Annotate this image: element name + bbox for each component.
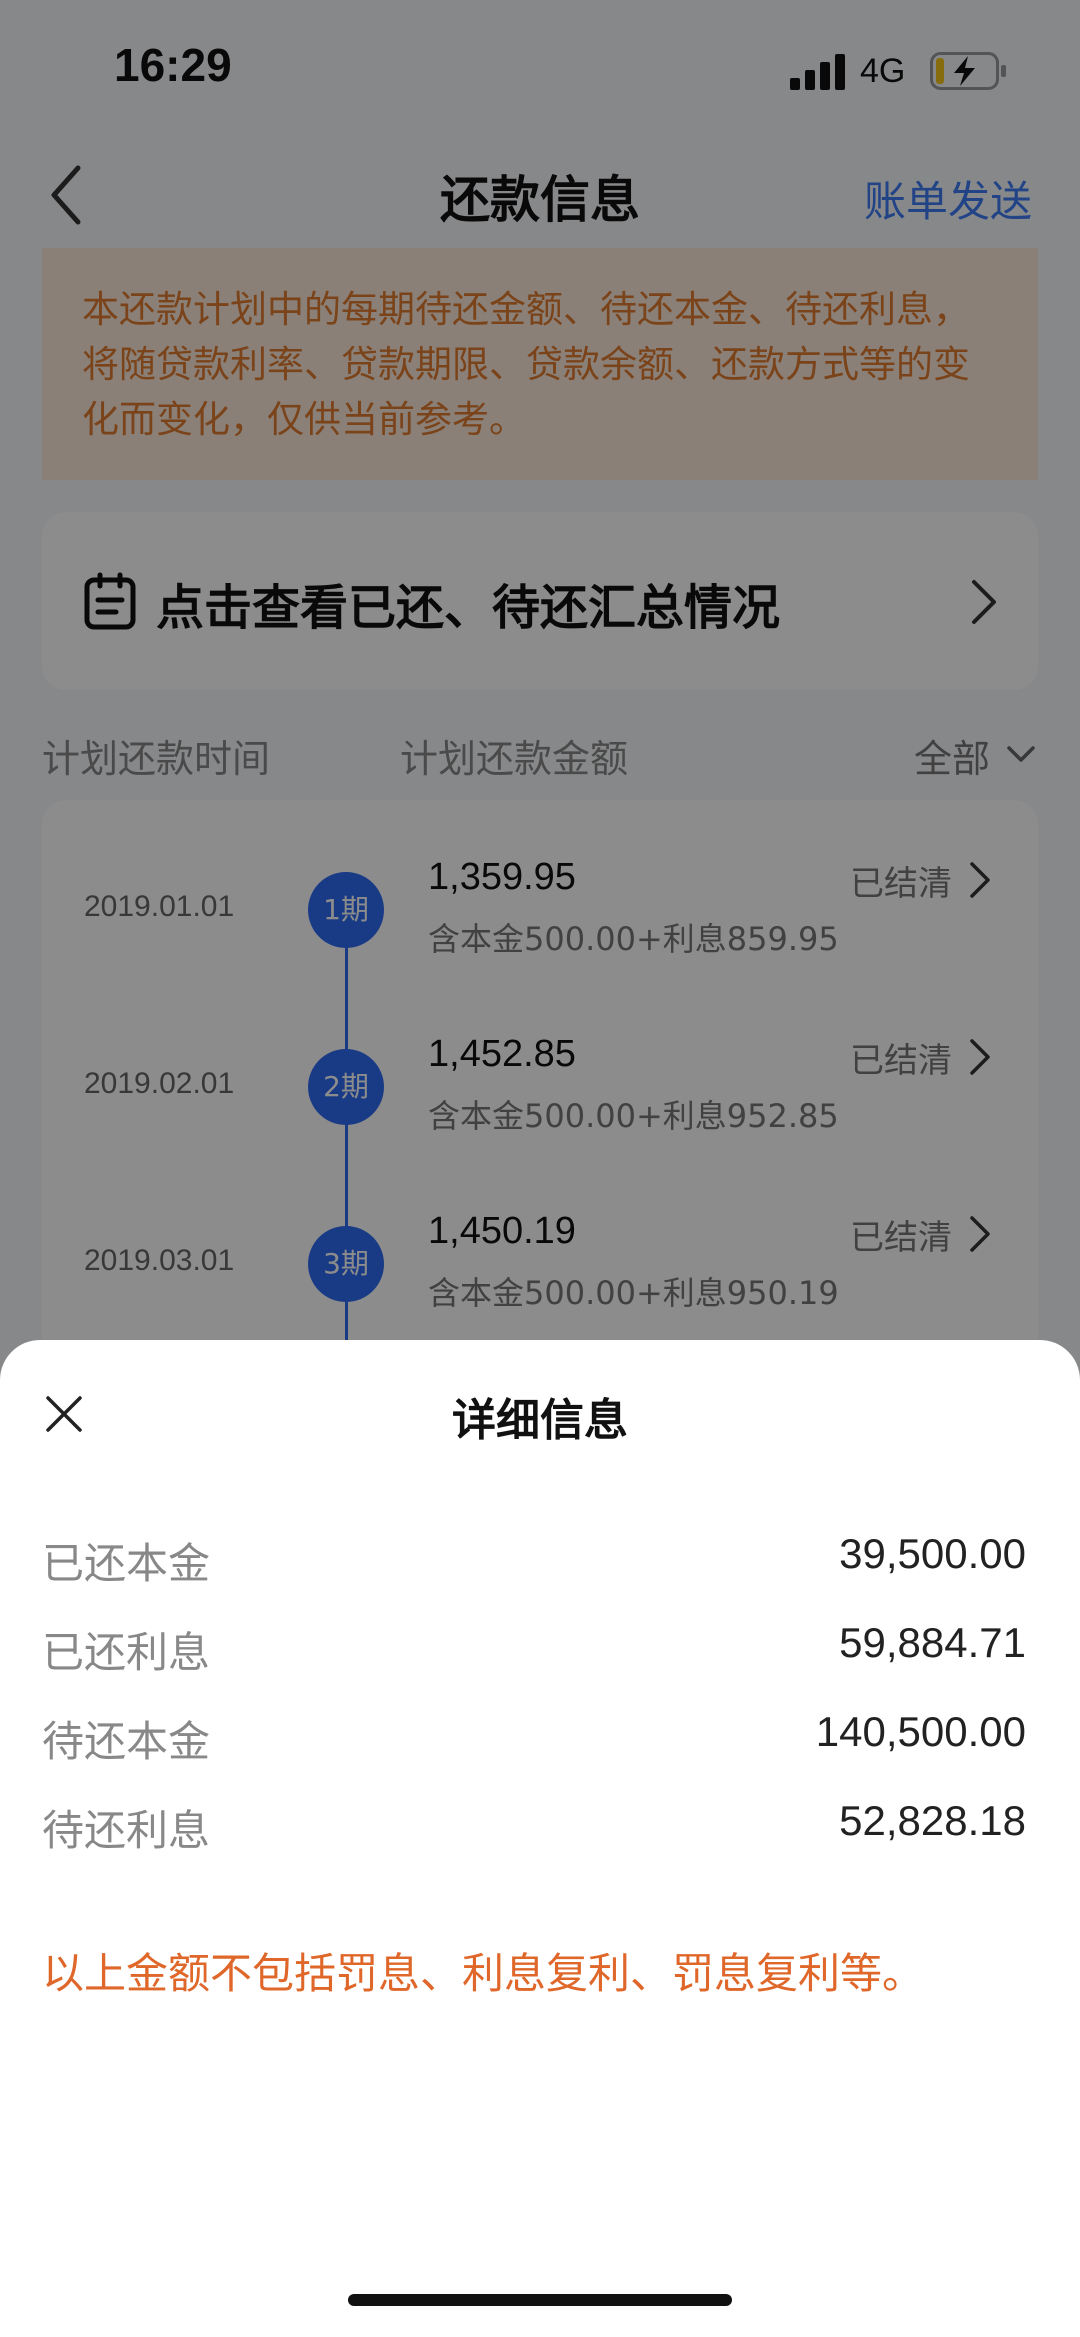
disclaimer-note: 以上金额不包括罚息、利息复利、罚息复利等。: [42, 1949, 925, 1998]
home-indicator[interactable]: [348, 2294, 732, 2306]
detail-label: 已还利息: [42, 1628, 211, 1677]
detail-label: 已还本金: [42, 1539, 211, 1588]
detail-row-repaid-interest: 已还利息 59,884.71: [42, 1619, 1026, 1689]
detail-sheet: 详细信息 已还本金 39,500.00 已还利息 59,884.71 待还本金 …: [0, 1340, 1080, 2337]
detail-row-repaid-principal: 已还本金 39,500.00: [42, 1530, 1026, 1600]
detail-label: 待还本金: [42, 1717, 211, 1766]
sheet-title: 详细信息: [452, 1395, 628, 1446]
detail-value: 52,828.18: [839, 1797, 1026, 1844]
detail-label: 待还利息: [42, 1806, 211, 1855]
screen: 16:29 4G 还款信息 账单发送 本还款计划中的每期待还金额、待还本金、待还…: [0, 0, 1080, 2337]
detail-row-pending-interest: 待还利息 52,828.18: [42, 1797, 1026, 1867]
detail-row-pending-principal: 待还本金 140,500.00: [42, 1708, 1026, 1778]
detail-value: 59,884.71: [839, 1619, 1026, 1666]
detail-value: 39,500.00: [839, 1530, 1026, 1577]
detail-value: 140,500.00: [815, 1708, 1026, 1755]
